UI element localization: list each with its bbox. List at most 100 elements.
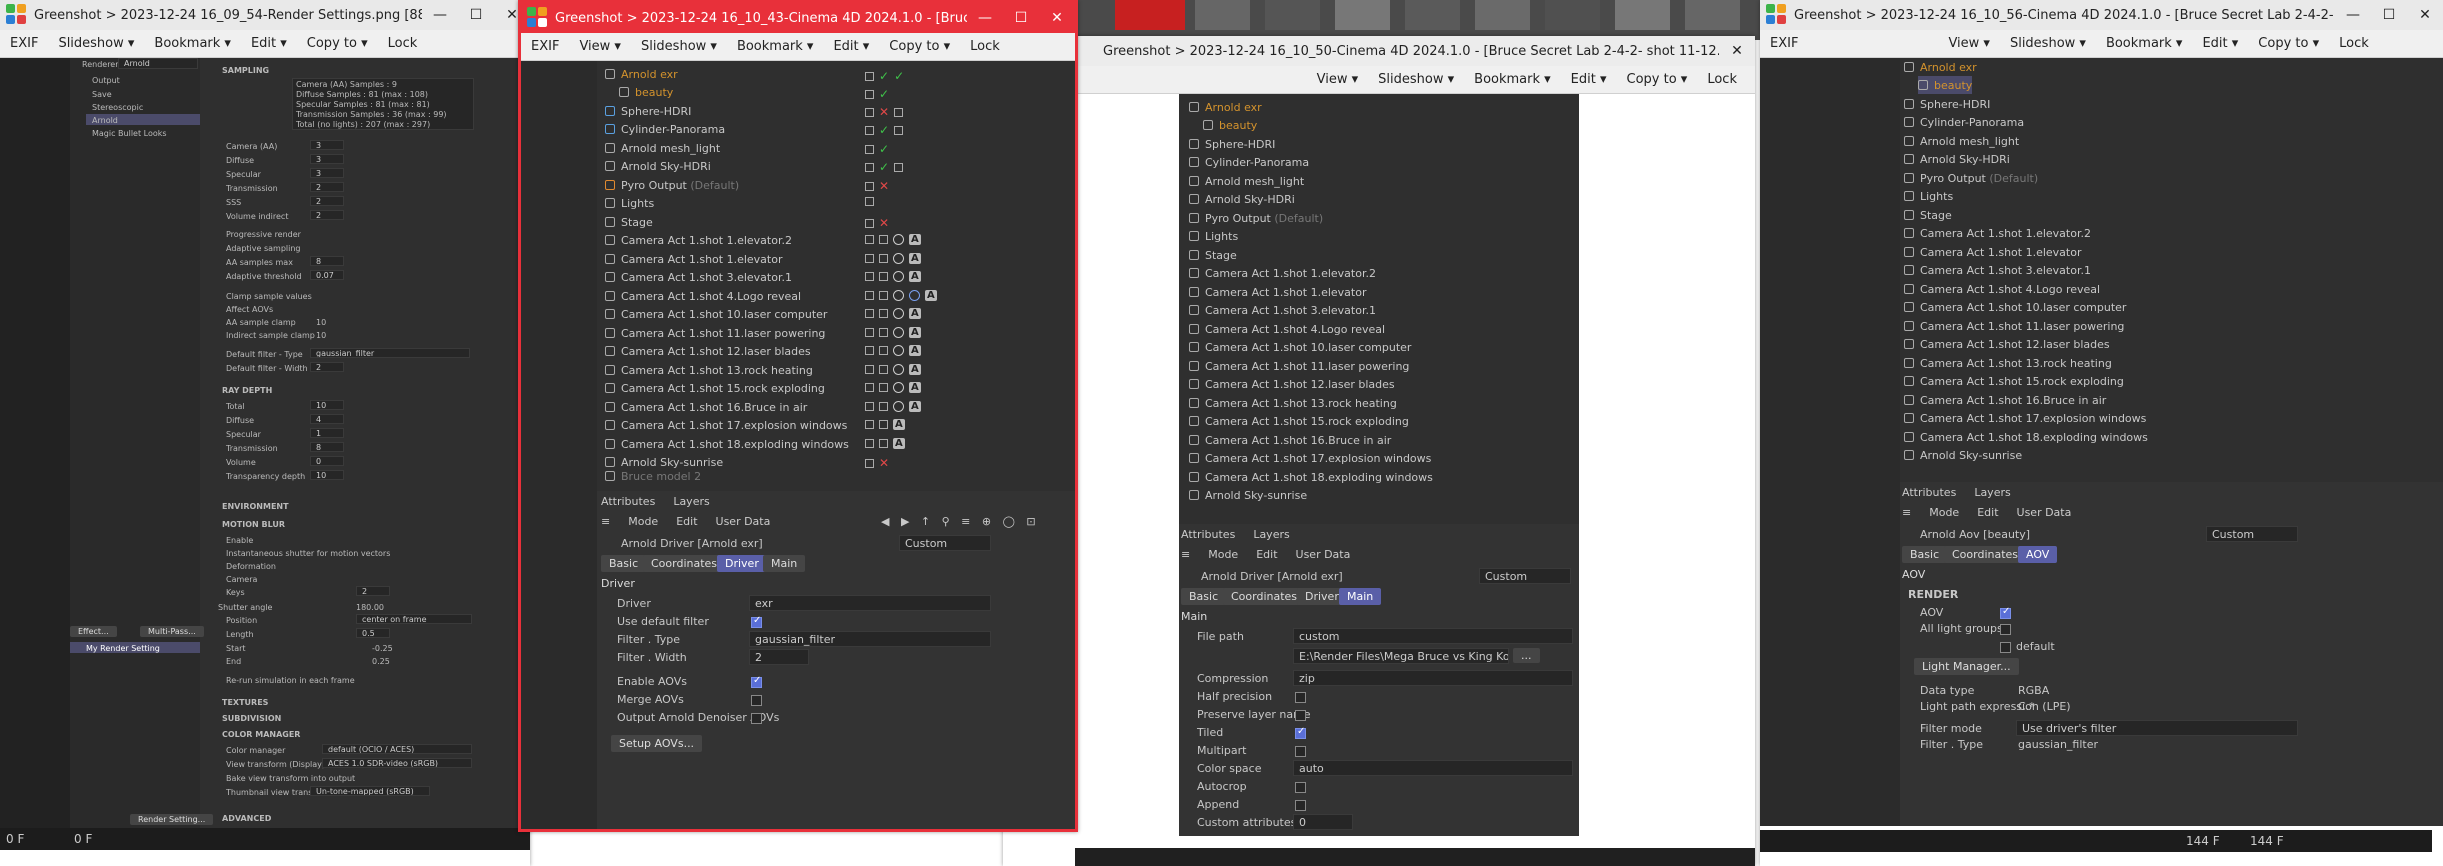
menu-icon[interactable]: ≡ [1902,506,1911,519]
object-row[interactable]: Camera Act 1.shot 16.Bruce in air [1189,431,1391,449]
object-row[interactable]: Arnold Sky-HDRi [1904,150,2010,168]
object-row[interactable]: Sphere-HDRI [1904,95,1990,113]
cm-value[interactable]: Un-tone-mapped (sRGB) [310,786,430,796]
slideshow-menu[interactable]: Slideshow ▾ [1368,72,1464,87]
object-row[interactable]: Camera Act 1.shot 15.rock exploding [1904,372,2124,390]
tiled-checkbox[interactable] [1295,726,1306,739]
lock-button[interactable]: Lock [1697,72,1747,87]
minimize-button[interactable]: — [967,3,1003,33]
param-value[interactable]: 2 [310,196,344,206]
param-value[interactable]: 3 [310,154,344,164]
object-row[interactable]: Camera Act 1.shot 1.elevator [1189,283,1367,301]
object-row[interactable]: Arnold exr [605,65,678,83]
object-row[interactable]: Cylinder-Panorama [605,120,725,138]
tab-attributes[interactable]: Attributes [1181,528,1235,541]
file-path-select[interactable]: custom [1293,628,1573,644]
flags[interactable]: A [865,438,905,449]
subtab-coordinates[interactable]: Coordinates [1223,588,1306,605]
flags[interactable]: ✓ [865,87,889,101]
effect-button[interactable]: Effect... [70,626,117,637]
slideshow-menu[interactable]: Slideshow ▾ [48,36,144,51]
copy-to-menu[interactable]: Copy to ▾ [1617,72,1698,87]
custom-attributes-value[interactable]: 0 [1293,814,1353,830]
close-button[interactable]: ✕ [1039,3,1075,33]
object-row[interactable]: Camera Act 1.shot 11.laser powering [1189,357,1409,375]
object-row[interactable]: Camera Act 1.shot 1.elevator.2 [605,231,792,249]
object-row[interactable]: Camera Act 1.shot 13.rock heating [605,361,813,379]
menu-icon[interactable]: ≡ [1181,548,1190,561]
flags[interactable]: A [865,253,921,264]
object-row[interactable]: Camera Act 1.shot 10.laser computer [1904,298,2126,316]
list-output[interactable]: Output [92,76,120,85]
list-stereoscopic[interactable]: Stereoscopic [92,103,143,112]
menu-mode[interactable]: Mode [1929,506,1959,519]
object-row[interactable]: Lights [605,194,654,212]
flags[interactable]: A [865,345,921,356]
subtab-basic[interactable]: Basic [601,555,647,572]
subtab-coordinates[interactable]: Coordinates [643,555,726,572]
ray-value[interactable]: 10 [310,470,344,480]
subtab-coordinates[interactable]: Coordinates [1944,546,2027,563]
flags[interactable] [865,197,874,206]
subtab-driver[interactable]: Driver [717,555,767,572]
flags[interactable]: A [865,271,921,282]
object-row[interactable]: Arnold mesh_light [1189,172,1304,190]
flags[interactable]: ✕ [865,216,889,230]
view-menu[interactable]: View ▾ [1307,72,1369,87]
object-row[interactable]: beauty [619,83,673,101]
color-space-select[interactable]: auto [1293,760,1573,776]
custom-select[interactable]: Custom [2206,526,2298,542]
render-setting-button[interactable]: Render Setting... [130,814,214,825]
flags[interactable]: A [865,308,921,319]
minimize-button[interactable]: — [422,0,458,30]
object-row[interactable]: Stage [605,213,653,231]
append-checkbox[interactable] [1295,800,1306,811]
bookmark-menu[interactable]: Bookmark ▾ [2096,36,2193,51]
preserve-layer-checkbox[interactable] [1295,710,1306,721]
object-row[interactable]: Camera Act 1.shot 10.laser computer [605,305,827,323]
object-row[interactable]: Camera Act 1.shot 12.laser blades [605,342,811,360]
ray-value[interactable]: 10 [310,400,344,410]
length-value[interactable]: 0.5 [356,628,390,638]
object-row[interactable]: Arnold Sky-HDRi [605,157,711,175]
menu-edit[interactable]: Edit [1977,506,1998,519]
object-row[interactable]: Arnold mesh_light [605,139,720,157]
flags[interactable]: A [865,419,905,430]
driver-select[interactable]: exr [749,595,991,611]
menu-user-data[interactable]: User Data [1296,548,1351,561]
copy-to-menu[interactable]: Copy to ▾ [297,36,378,51]
enable-aovs-checkbox[interactable] [751,675,762,688]
menu-edit[interactable]: Edit [676,515,697,528]
subtab-aov[interactable]: AOV [2018,546,2058,563]
object-row[interactable]: Camera Act 1.shot 15.rock exploding [605,379,825,397]
cm-value[interactable]: default (OCIO / ACES) [322,744,472,754]
edit-menu[interactable]: Edit ▾ [823,39,879,54]
object-row[interactable]: Arnold exr [1904,58,1977,76]
output-denoiser-checkbox[interactable] [751,713,762,724]
object-row[interactable]: Camera Act 1.shot 10.laser computer [1189,338,1411,356]
exif-button[interactable]: EXIF [521,39,569,54]
menu-edit[interactable]: Edit [1256,548,1277,561]
close-button[interactable]: ✕ [1719,36,1755,66]
exif-button[interactable]: EXIF [1760,36,1808,51]
tab-layers[interactable]: Layers [673,495,709,508]
flags[interactable]: A [865,364,921,375]
object-row[interactable]: Camera Act 1.shot 11.laser powering [605,324,825,342]
cm-value[interactable]: ACES 1.0 SDR-video (sRGB) [322,758,472,768]
menu-user-data[interactable]: User Data [716,515,771,528]
object-row[interactable]: Camera Act 1.shot 12.laser blades [1189,375,1395,393]
object-row[interactable]: Camera Act 1.shot 3.elevator.1 [1189,301,1376,319]
object-row[interactable]: Camera Act 1.shot 13.rock heating [1904,354,2112,372]
lock-button[interactable]: Lock [2329,36,2379,51]
multipart-checkbox[interactable] [1295,746,1306,757]
object-row[interactable]: Stage [1189,246,1237,264]
tab-layers[interactable]: Layers [1253,528,1289,541]
maximize-button[interactable]: ☐ [2371,0,2407,30]
light-manager-button[interactable]: Light Manager... [1914,658,2019,675]
use-default-filter-checkbox[interactable] [751,615,762,628]
slideshow-menu[interactable]: Slideshow ▾ [2000,36,2096,51]
copy-to-menu[interactable]: Copy to ▾ [879,39,960,54]
bookmark-menu[interactable]: Bookmark ▾ [727,39,824,54]
object-row[interactable]: beauty [1918,76,1973,94]
file-path-input[interactable]: E:\Render Files\Mega Bruce vs King Kong\… [1293,648,1509,664]
